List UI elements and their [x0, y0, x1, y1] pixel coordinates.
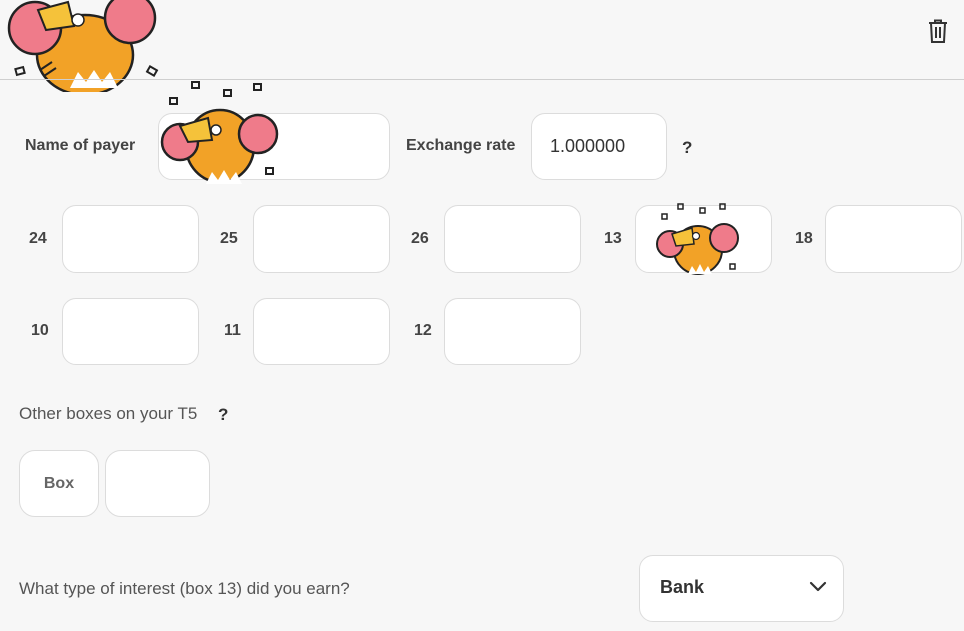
- exchange-rate-help-icon[interactable]: ?: [682, 138, 692, 158]
- box-number-button-label: Box: [43, 474, 75, 492]
- box-13-input[interactable]: [636, 206, 771, 272]
- box-24-label: 24: [29, 230, 47, 247]
- box-18-field[interactable]: [825, 205, 962, 273]
- interest-type-selected-value: Bank: [660, 577, 705, 597]
- exchange-rate-input[interactable]: [532, 114, 666, 179]
- other-boxes-label: Other boxes on your T5: [19, 404, 198, 423]
- box-26-field[interactable]: [444, 205, 581, 273]
- trash-icon[interactable]: [926, 18, 950, 44]
- exchange-rate-label: Exchange rate: [406, 137, 516, 154]
- box-24-field[interactable]: [62, 205, 199, 273]
- box-18-label: 18: [795, 230, 813, 247]
- box-11-input[interactable]: [254, 299, 389, 364]
- other-boxes-help-icon[interactable]: ?: [218, 405, 228, 425]
- t5-slip-form: Name of payer Exchange rate ? 24 25 26 1…: [0, 0, 964, 631]
- box-10-input[interactable]: [63, 299, 198, 364]
- payer-name-input[interactable]: [159, 114, 389, 179]
- payer-name-label: Name of payer: [25, 137, 136, 154]
- payer-name-field[interactable]: [158, 113, 390, 180]
- box-11-label: 11: [224, 322, 241, 339]
- interest-type-select[interactable]: Bank: [639, 555, 844, 622]
- box-25-input[interactable]: [254, 206, 389, 272]
- box-13-field[interactable]: [635, 205, 772, 273]
- box-25-field[interactable]: [253, 205, 390, 273]
- box-26-label: 26: [411, 230, 429, 247]
- box-18-input[interactable]: [826, 206, 961, 272]
- box-number-button[interactable]: Box: [19, 450, 99, 517]
- box-24-input[interactable]: [63, 206, 198, 272]
- other-box-value-field[interactable]: [105, 450, 210, 517]
- exchange-rate-field[interactable]: [531, 113, 667, 180]
- box-10-field[interactable]: [62, 298, 199, 365]
- box-25-label: 25: [220, 230, 238, 247]
- chevron-down-icon: [809, 581, 827, 592]
- box-10-label: 10: [31, 322, 49, 339]
- box-12-input[interactable]: [445, 299, 580, 364]
- header-divider: [0, 79, 964, 80]
- box-11-field[interactable]: [253, 298, 390, 365]
- box-26-input[interactable]: [445, 206, 580, 272]
- interest-type-question: What type of interest (box 13) did you e…: [19, 579, 350, 598]
- box-13-label: 13: [604, 230, 622, 247]
- box-12-label: 12: [414, 322, 432, 339]
- box-12-field[interactable]: [444, 298, 581, 365]
- other-box-value-input[interactable]: [106, 451, 209, 516]
